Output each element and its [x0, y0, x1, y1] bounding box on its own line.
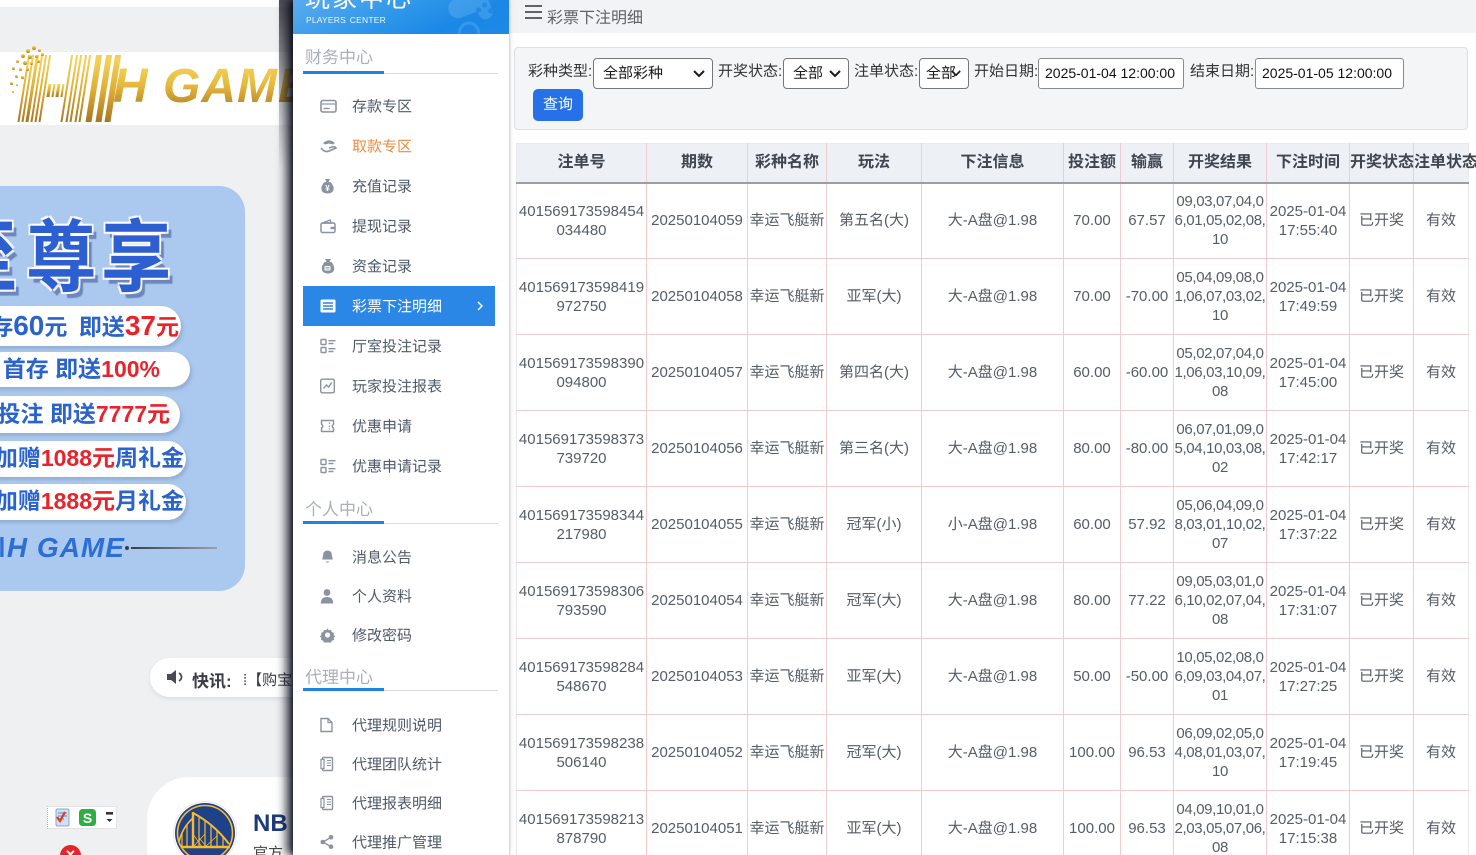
- svg-text:¥: ¥: [325, 184, 330, 193]
- svg-text:S: S: [83, 810, 92, 826]
